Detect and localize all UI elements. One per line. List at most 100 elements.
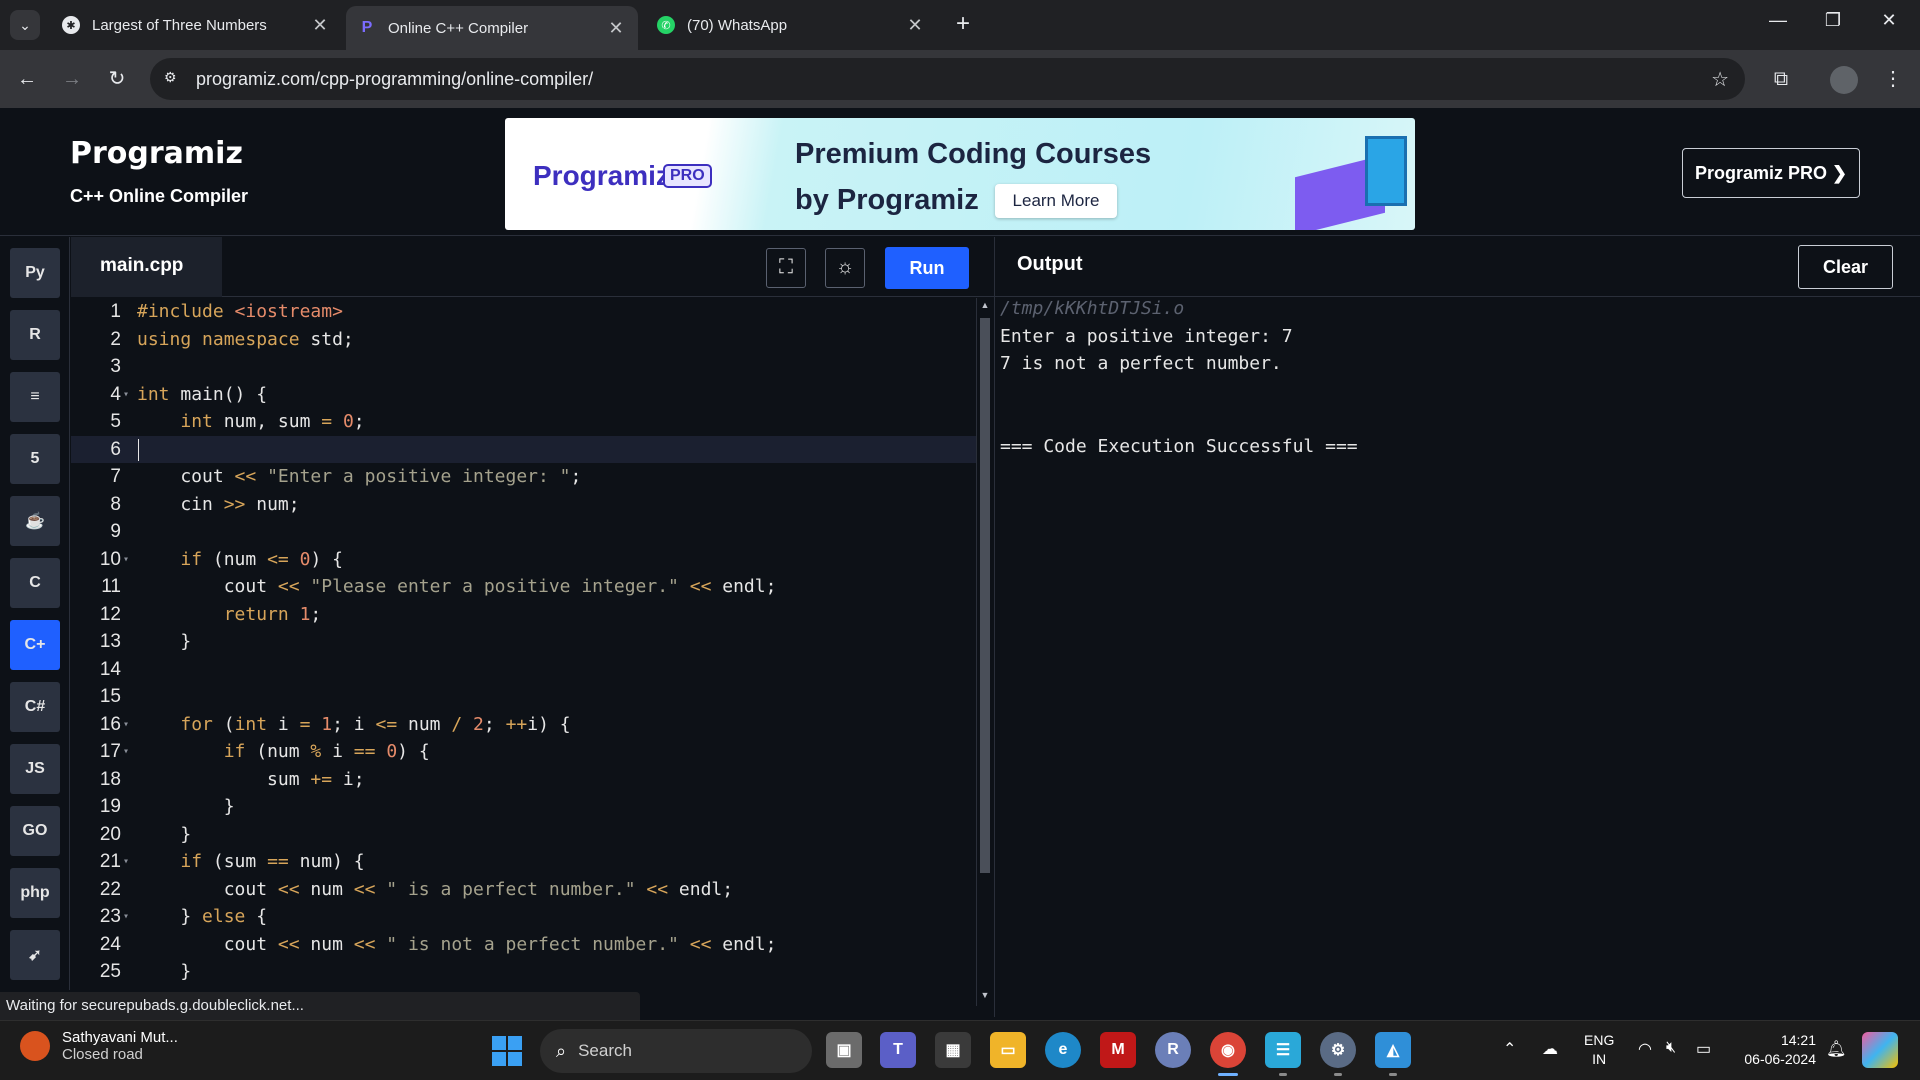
volume-muted-icon[interactable]: 🔇︎ [1666, 1039, 1676, 1057]
code-line[interactable]: 7 cout << "Enter a positive integer: "; [71, 463, 976, 491]
fold-toggle-icon[interactable]: ▾ [123, 738, 129, 766]
close-tab-icon[interactable]: ✕ [606, 18, 626, 39]
language-sql-button[interactable]: ≡ [10, 372, 60, 422]
code-line[interactable]: 14 [71, 656, 976, 684]
notifications-bell-icon[interactable]: 🔔︎ [1826, 1039, 1846, 1059]
address-bar[interactable]: ⚙ programiz.com/cpp-programming/online-c… [150, 58, 1745, 100]
language-c--button[interactable]: C+ [10, 620, 60, 670]
site-info-icon[interactable]: ⚙ [164, 69, 184, 89]
task-view-icon[interactable]: ▣ [826, 1032, 862, 1068]
restore-icon[interactable]: ❐ [1818, 10, 1848, 31]
code-line[interactable]: 15 [71, 683, 976, 711]
scroll-up-icon[interactable]: ▲ [977, 300, 993, 310]
language-python-button[interactable]: Py [10, 248, 60, 298]
back-arrow-icon[interactable]: ← [12, 65, 42, 95]
file-tab-main-cpp[interactable]: main.cpp [71, 237, 222, 297]
code-line[interactable]: 2 using namespace std; [71, 326, 976, 354]
code-line[interactable]: 25 } [71, 958, 976, 986]
fold-toggle-icon[interactable]: ▾ [123, 903, 129, 931]
learn-more-button[interactable]: Learn More [995, 184, 1117, 218]
language-go-button[interactable]: GO [10, 806, 60, 856]
programiz-pro-button[interactable]: Programiz PRO ❯ [1682, 148, 1860, 198]
notepad-icon[interactable]: ☰ [1265, 1032, 1301, 1068]
minimize-icon[interactable]: — [1763, 10, 1793, 31]
mcafee-icon[interactable]: M [1100, 1032, 1136, 1068]
copilot-icon[interactable] [1862, 1032, 1898, 1068]
onedrive-cloud-icon[interactable]: ☁ [1542, 1039, 1558, 1059]
code-line[interactable]: 11 cout << "Please enter a positive inte… [71, 573, 976, 601]
photos-icon[interactable]: ◭ [1375, 1032, 1411, 1068]
programiz-logo[interactable]: Programiz [70, 136, 243, 171]
microsoft-store-icon[interactable]: ▦ [935, 1032, 971, 1068]
chrome-icon[interactable]: ◉ [1210, 1032, 1246, 1068]
extensions-icon[interactable]: ⧉ [1766, 65, 1796, 95]
code-line[interactable]: 9 [71, 518, 976, 546]
r-app-icon[interactable]: R [1155, 1032, 1191, 1068]
fold-toggle-icon[interactable]: ▾ [123, 546, 129, 574]
tab-largest-of-three[interactable]: ✱ Largest of Three Numbers ✕ [50, 6, 342, 44]
panel-divider[interactable] [994, 237, 995, 1017]
code-line[interactable]: 23 ▾ } else { [71, 903, 976, 931]
close-window-icon[interactable]: ✕ [1874, 10, 1904, 31]
language-html-button[interactable]: 5 [10, 434, 60, 484]
edge-icon[interactable]: e [1045, 1032, 1081, 1068]
taskbar-search[interactable]: ⌕ Search [540, 1029, 812, 1073]
code-line[interactable]: 10 ▾ if (num <= 0) { [71, 546, 976, 574]
teams-icon[interactable]: T [880, 1032, 916, 1068]
code-line[interactable]: 20 } [71, 821, 976, 849]
forward-arrow-icon[interactable]: → [57, 65, 87, 95]
clear-button[interactable]: Clear [1798, 245, 1893, 289]
language-c--button[interactable]: C# [10, 682, 60, 732]
fullscreen-icon[interactable]: ⛶ [766, 248, 806, 288]
close-tab-icon[interactable]: ✕ [905, 15, 925, 36]
windows-start-icon[interactable] [492, 1036, 522, 1066]
run-button[interactable]: Run [885, 247, 969, 289]
fold-toggle-icon[interactable]: ▾ [123, 711, 129, 739]
language-indicator[interactable]: ENG IN [1584, 1031, 1614, 1069]
language-r-button[interactable]: R [10, 310, 60, 360]
scrollbar-thumb[interactable] [980, 318, 990, 873]
code-editor[interactable]: 1 #include <iostream> 2 using namespace std… [71, 298, 976, 990]
tab-online-cpp-compiler[interactable]: P Online C++ Compiler ✕ [346, 6, 638, 50]
code-line[interactable]: 22 cout << num << " is a perfect number.… [71, 876, 976, 904]
code-line[interactable]: 6 [71, 435, 976, 463]
code-line[interactable]: 17 ▾ if (num % i == 0) { [71, 738, 976, 766]
settings-icon[interactable]: ⚙ [1320, 1032, 1356, 1068]
browser-menu-icon[interactable]: ⋮ [1878, 65, 1908, 95]
code-line[interactable]: 13 } [71, 628, 976, 656]
code-line[interactable]: 21 ▾ if (sum == num) { [71, 848, 976, 876]
reload-icon[interactable]: ↻ [102, 65, 132, 95]
bookmark-star-icon[interactable]: ☆ [1711, 67, 1729, 92]
code-line[interactable]: 1 #include <iostream> [71, 298, 976, 326]
language-php-button[interactable]: php [10, 868, 60, 918]
show-hidden-icons-icon[interactable]: ⌃ [1503, 1039, 1516, 1059]
battery-icon[interactable]: ▭ [1696, 1039, 1711, 1059]
scroll-down-icon[interactable]: ▼ [977, 990, 993, 1000]
fold-toggle-icon[interactable]: ▾ [123, 381, 129, 409]
code-line[interactable]: 5 int num, sum = 0; [71, 408, 976, 436]
editor-scrollbar[interactable]: ▲ ▼ [976, 298, 992, 1006]
code-line[interactable]: 19 } [71, 793, 976, 821]
close-tab-icon[interactable]: ✕ [310, 15, 330, 36]
tab-search-button[interactable]: ⌄ [10, 10, 40, 40]
code-line[interactable]: 24 cout << num << " is not a perfect num… [71, 931, 976, 959]
tab-whatsapp[interactable]: ✆ (70) WhatsApp ✕ [645, 6, 937, 44]
new-tab-button[interactable]: + [950, 12, 976, 38]
news-widget[interactable]: Sathyavani Mut... Closed road [20, 1029, 178, 1063]
clock[interactable]: 14:21 06-06-2024 [1736, 1031, 1816, 1069]
code-line[interactable]: 12 return 1; [71, 601, 976, 629]
code-line[interactable]: 16 ▾ for (int i = 1; i <= num / 2; ++i) { [71, 711, 976, 739]
language-swift-button[interactable]: ➹ [10, 930, 60, 980]
fold-toggle-icon[interactable]: ▾ [123, 848, 129, 876]
language-java-button[interactable]: ☕ [10, 496, 60, 546]
language-c-button[interactable]: C [10, 558, 60, 608]
profile-avatar[interactable] [1830, 66, 1858, 94]
output-console[interactable]: /tmp/kKKhtDTJSi.o Enter a positive integ… [1000, 298, 1900, 998]
code-line[interactable]: 3 [71, 353, 976, 381]
code-line[interactable]: 4 ▾ int main() { [71, 381, 976, 409]
theme-toggle-sun-icon[interactable]: ☼ [825, 248, 865, 288]
wifi-icon[interactable]: ◠ [1638, 1039, 1652, 1059]
file-explorer-icon[interactable]: ▭ [990, 1032, 1026, 1068]
language-javascript-button[interactable]: JS [10, 744, 60, 794]
ad-banner[interactable]: Programiz PRO Premium Coding Courses by … [505, 118, 1415, 230]
